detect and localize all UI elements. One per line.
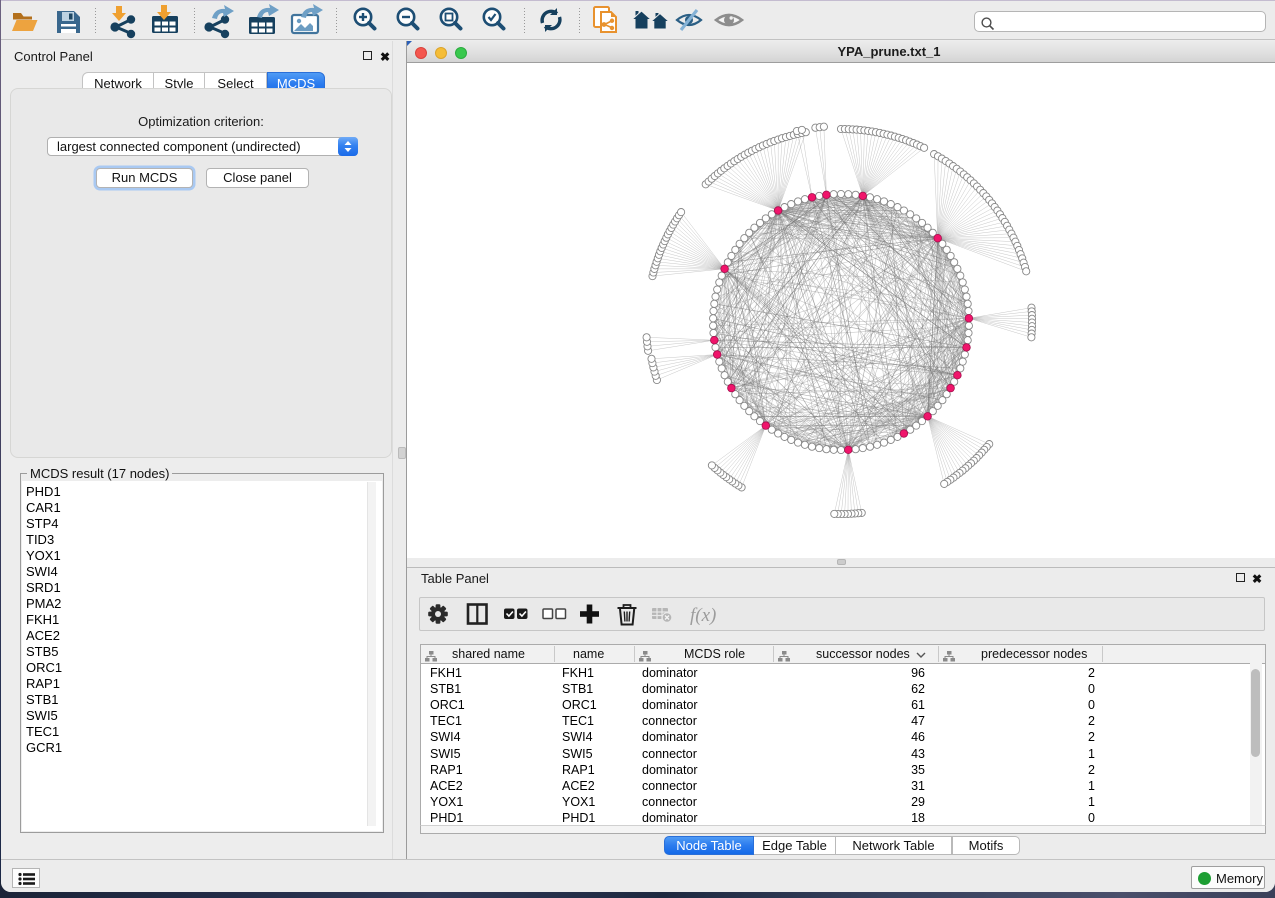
svg-text:f(x): f(x) [690,605,716,626]
